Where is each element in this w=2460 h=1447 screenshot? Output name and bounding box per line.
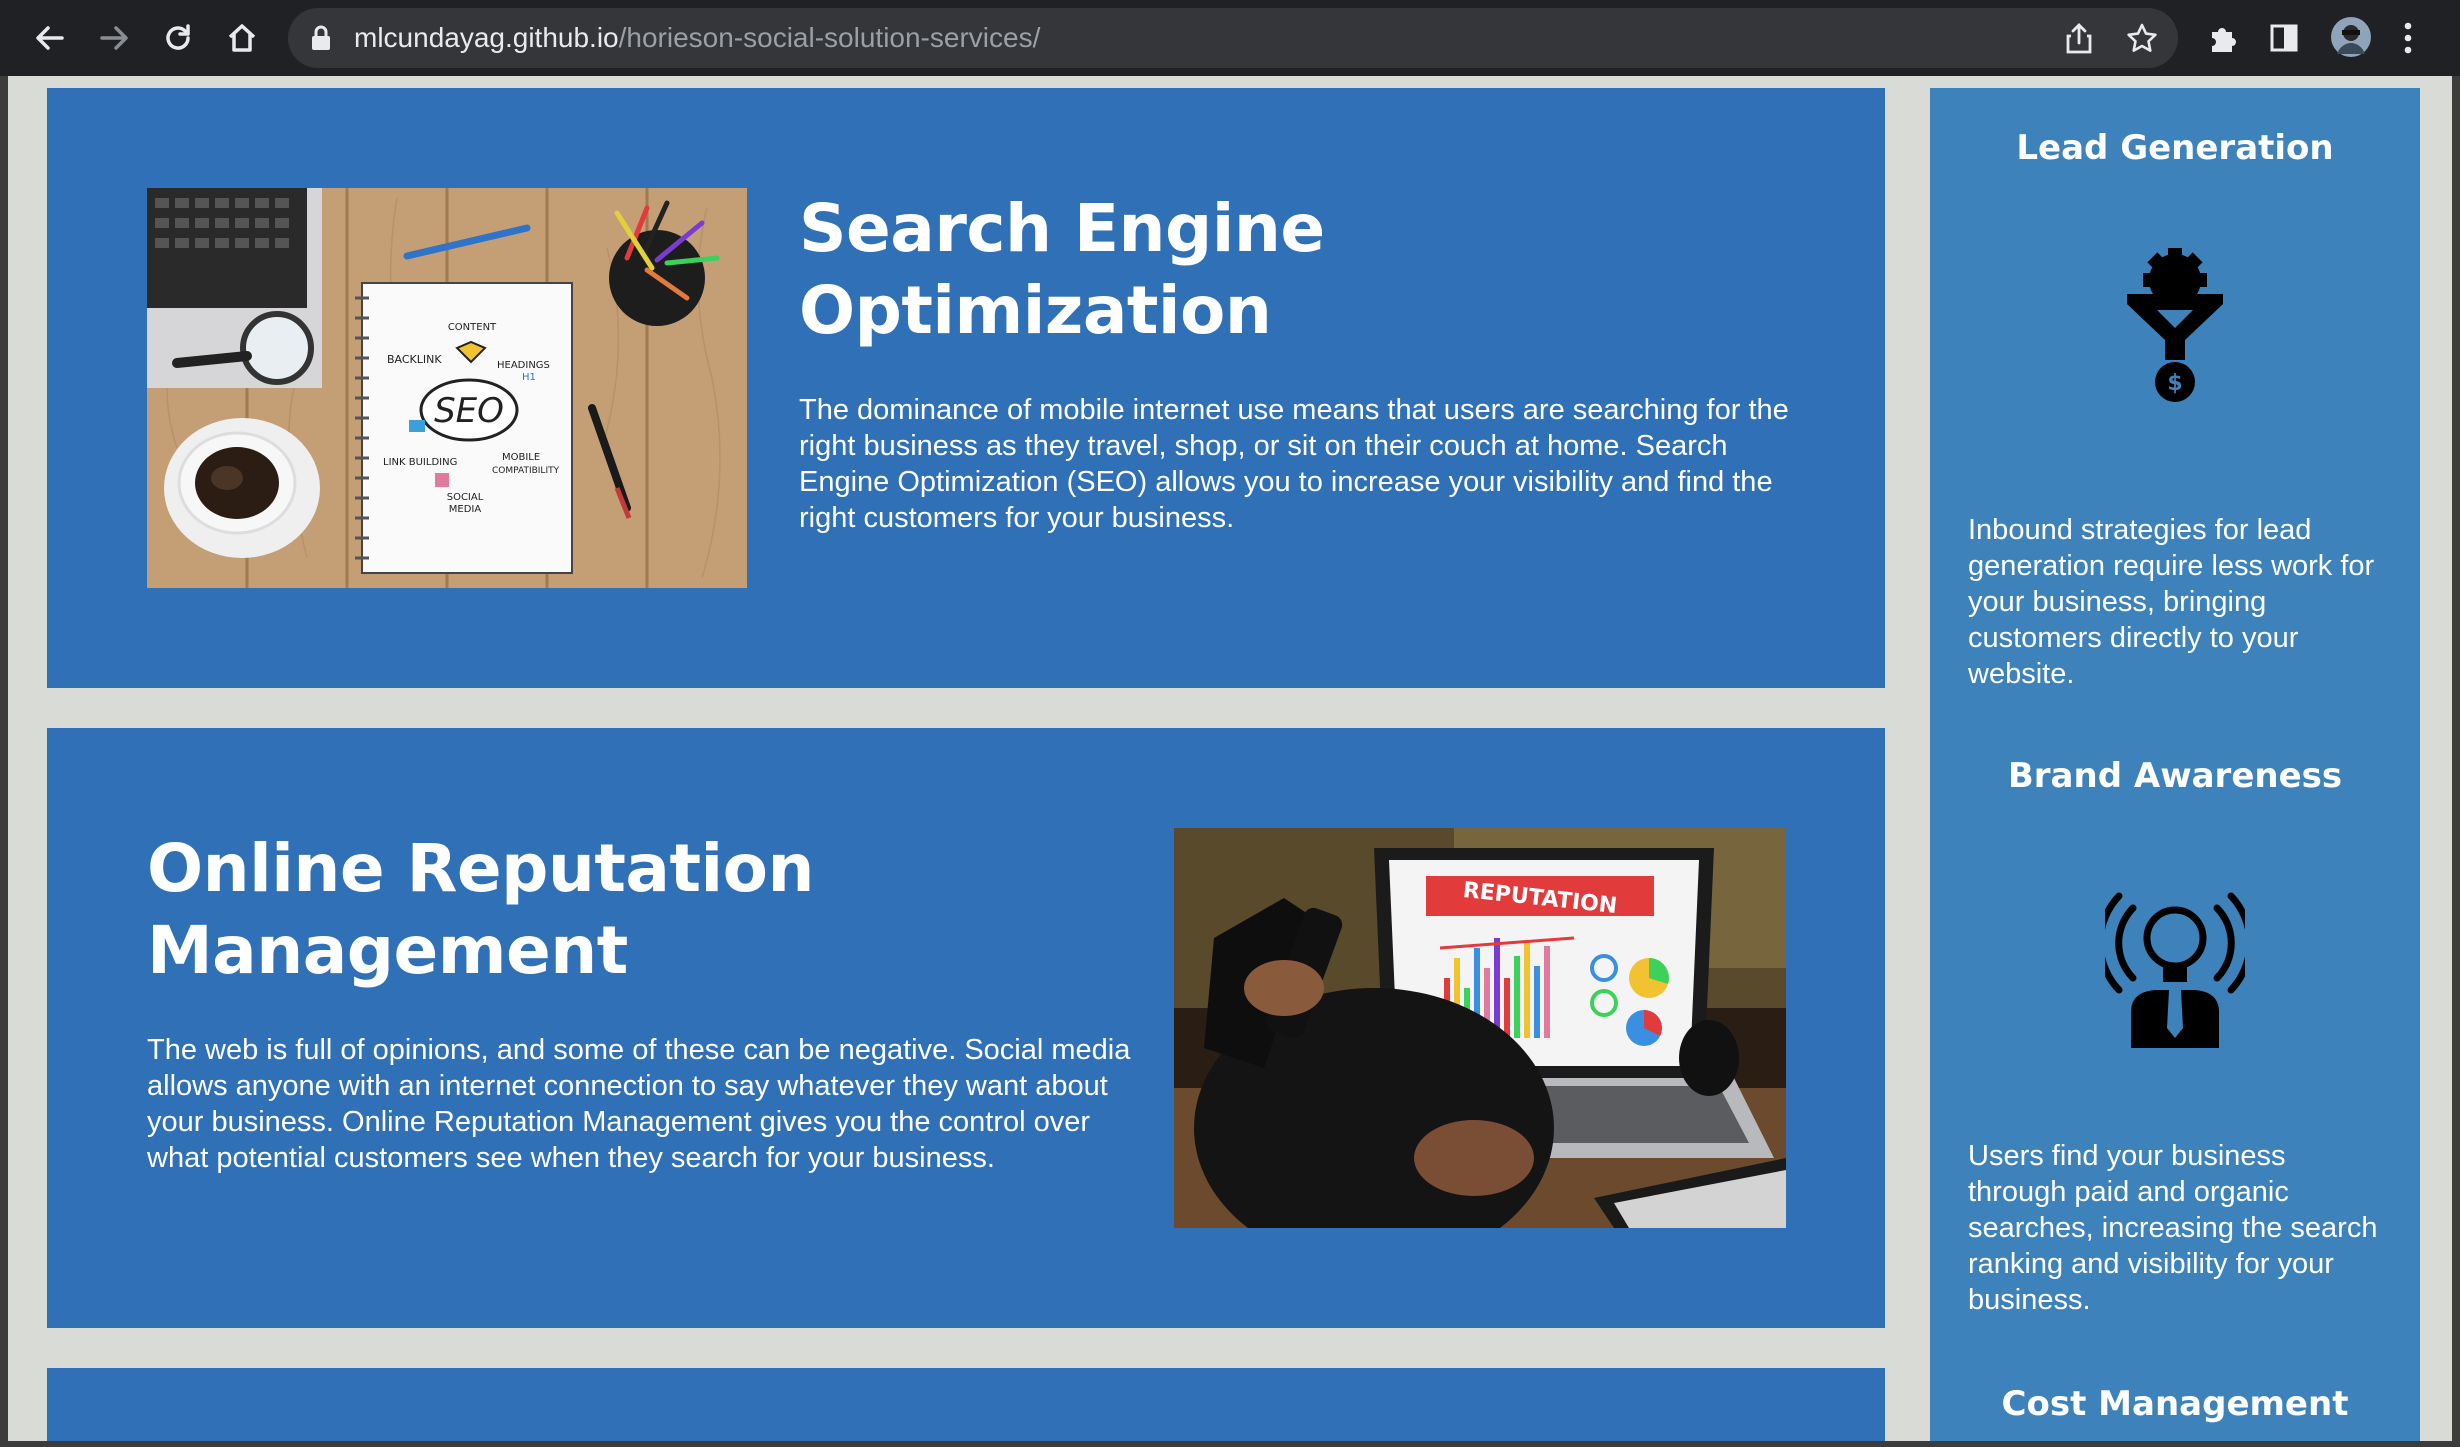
compatibility-label: COMPATIBILITY	[492, 466, 560, 476]
benefit-title-lead-generation: Lead Generation	[2016, 128, 2334, 168]
reputation-title: Online Reputation Management	[147, 830, 814, 989]
brand-awareness-icon	[2096, 888, 2254, 1048]
extensions-icon[interactable]	[2206, 22, 2238, 54]
social-label: SOCIAL	[447, 492, 484, 503]
seo-text: The dominance of mobile internet use mea…	[799, 394, 1789, 534]
share-icon[interactable]	[2064, 22, 2094, 54]
benefit-title-brand-awareness: Brand Awareness	[2007, 756, 2343, 796]
benefit-title-cost-management: Cost Management	[2001, 1384, 2349, 1424]
page-content: SEO CONTENT BACKLINK HEADINGS H1 LINK BU…	[8, 76, 2452, 1443]
url-text[interactable]: mlcundayag.github.io/horieson-social-sol…	[354, 22, 1040, 54]
media-label: MEDIA	[449, 504, 482, 515]
reputation-image: REPUTATION	[1174, 828, 1786, 1228]
benefit-text-brand-awareness: Users find your business through paid an…	[1968, 1140, 2378, 1316]
headings-label: HEADINGS	[497, 360, 550, 371]
seo-image: SEO CONTENT BACKLINK HEADINGS H1 LINK BU…	[147, 188, 747, 588]
benefit-text-lead-generation: Inbound strategies for lead generation r…	[1968, 514, 2375, 690]
sidepanel-icon[interactable]	[2268, 22, 2300, 54]
h1-label: H1	[522, 372, 536, 383]
window-frame-bottom	[0, 1441, 2460, 1447]
link-building-label: LINK BUILDING	[383, 457, 457, 468]
seo-label: SEO	[434, 391, 504, 431]
forward-icon[interactable]	[90, 14, 138, 62]
star-icon[interactable]	[2126, 22, 2158, 54]
address-bar[interactable]: mlcundayag.github.io/horieson-social-sol…	[288, 8, 2178, 68]
avatar[interactable]	[2330, 16, 2372, 58]
lock-icon[interactable]	[310, 24, 332, 52]
benefits-sidebar: Lead Generation $ Inbound strategies for…	[1930, 88, 2420, 1443]
reputation-text: The web is full of opinions, and some of…	[147, 1034, 1131, 1174]
lead-generation-icon: $	[2105, 248, 2245, 408]
content-label: CONTENT	[448, 322, 497, 333]
mobile-label: MOBILE	[502, 452, 540, 463]
svg-text:$: $	[2167, 371, 2182, 396]
menu-icon[interactable]	[2402, 20, 2414, 56]
next-section	[47, 1368, 1885, 1443]
reputation-section: Online Reputation Management The web is …	[47, 728, 1885, 1328]
window-frame-right	[2452, 76, 2460, 1447]
back-icon[interactable]	[26, 14, 74, 62]
browser-toolbar: mlcundayag.github.io/horieson-social-sol…	[0, 0, 2460, 76]
reload-icon[interactable]	[154, 14, 202, 62]
window-frame-left	[0, 76, 8, 1447]
seo-section: SEO CONTENT BACKLINK HEADINGS H1 LINK BU…	[47, 88, 1885, 688]
seo-title: Search Engine Optimization	[799, 190, 1325, 349]
home-icon[interactable]	[218, 14, 266, 62]
backlink-label: BACKLINK	[387, 353, 442, 366]
